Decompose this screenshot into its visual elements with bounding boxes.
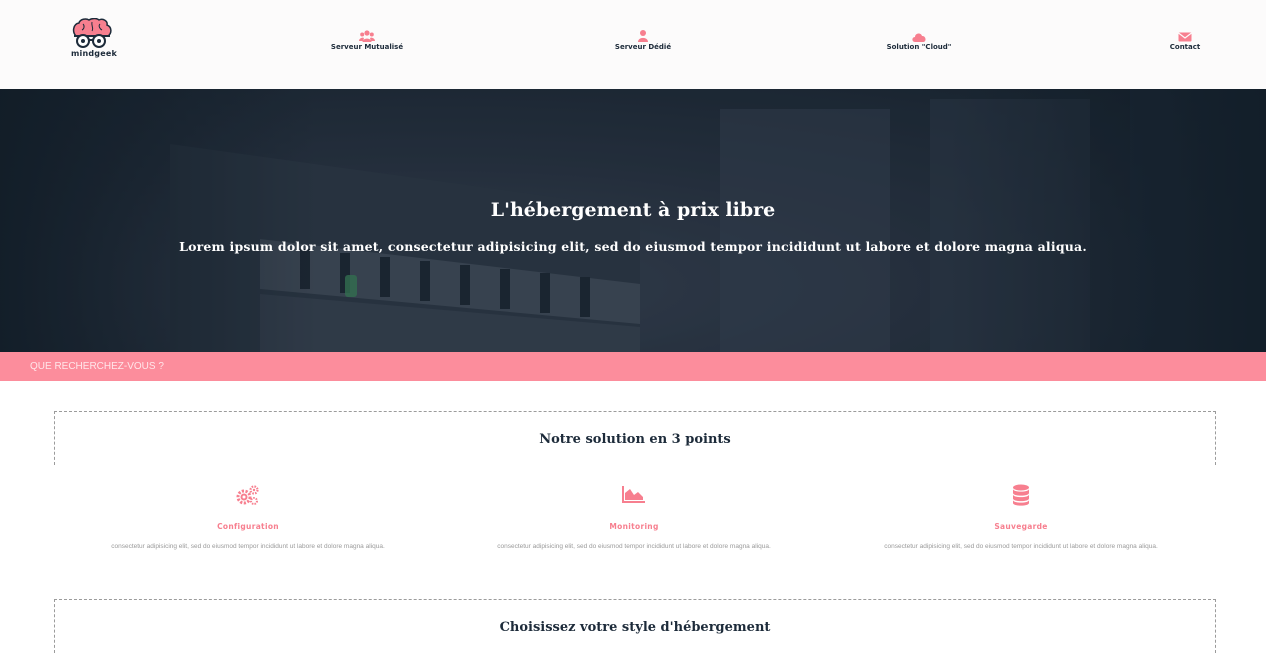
gears-icon [78, 484, 418, 508]
section-title: Notre solution en 3 points [539, 432, 731, 447]
logo-text: mindgeek [71, 49, 117, 58]
feature-monitoring: Monitoring consectetur adipisicing elit,… [464, 484, 804, 550]
hero-subtitle: Lorem ipsum dolor sit amet, consectetur … [179, 239, 1087, 254]
feature-description: consectetur adipisicing elit, sed do eiu… [497, 543, 771, 550]
nav-serveur-dedie[interactable]: Serveur Dédié [583, 28, 703, 51]
feature-title: Monitoring [609, 522, 659, 531]
area-chart-icon [464, 484, 804, 508]
search-input[interactable] [22, 356, 638, 377]
hero-banner: L'hébergement à prix libre Lorem ipsum d… [0, 89, 1266, 352]
user-icon [583, 28, 703, 42]
feature-sauvegarde: Sauvegarde consectetur adipisicing elit,… [851, 484, 1191, 550]
database-icon [851, 484, 1191, 508]
section-title: Choisissez votre style d'hébergement [499, 620, 771, 635]
hero-title: L'hébergement à prix libre [490, 199, 776, 221]
search-bar [0, 352, 1266, 381]
feature-description: consectetur adipisicing elit, sed do eiu… [111, 543, 385, 550]
header: mindgeek Serveur Mutualisé Serveur Dédié [0, 0, 1266, 89]
envelope-icon [1125, 28, 1245, 42]
features-section-header: Notre solution en 3 points [54, 411, 1216, 465]
nav-solution-cloud[interactable]: Solution "Cloud" [859, 28, 979, 51]
nav-label: Serveur Dédié [614, 43, 672, 51]
cloud-icon [859, 28, 979, 42]
nav-label: Serveur Mutualisé [330, 43, 404, 51]
nav-contact[interactable]: Contact [1125, 28, 1245, 51]
feature-configuration: Configuration consectetur adipisicing el… [78, 484, 418, 550]
feature-title: Configuration [217, 522, 279, 531]
feature-description: consectetur adipisicing elit, sed do eiu… [884, 543, 1158, 550]
nav-label: Contact [1169, 43, 1201, 51]
hosting-section-header: Choisissez votre style d'hébergement [54, 599, 1216, 653]
nav-serveur-mutualise[interactable]: Serveur Mutualisé [307, 28, 427, 51]
nav-label: Solution "Cloud" [886, 43, 952, 51]
feature-title: Sauvegarde [994, 522, 1048, 531]
users-icon [307, 28, 427, 42]
